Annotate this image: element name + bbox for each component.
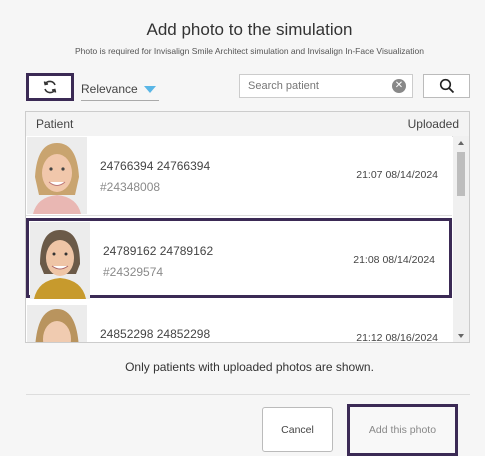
- clear-icon[interactable]: ✕: [392, 79, 406, 93]
- table-header: Patient Uploaded: [26, 112, 469, 137]
- sort-dropdown[interactable]: Relevance: [81, 78, 159, 101]
- table-row[interactable]: 24766394 24766394 #24348008 21:07 08/14/…: [26, 136, 452, 216]
- header-patient: Patient: [36, 117, 74, 131]
- scroll-up-icon[interactable]: [458, 141, 464, 145]
- patient-photo: [27, 137, 87, 214]
- add-photo-button[interactable]: Add this photo: [347, 404, 458, 456]
- patient-photo: [30, 222, 90, 299]
- patient-name: 24766394 24766394: [100, 159, 211, 173]
- scroll-thumb[interactable]: [457, 152, 465, 196]
- add-photo-dialog: Add photo to the simulation Photo is req…: [14, 0, 485, 456]
- patient-name: 24852298 24852298: [100, 327, 211, 341]
- cancel-button[interactable]: Cancel: [262, 407, 333, 452]
- patient-name: 24789162 24789162: [103, 244, 214, 258]
- upload-date: 21:07 08/14/2024: [356, 169, 438, 181]
- upload-date: 21:12 08/16/2024: [356, 332, 438, 343]
- search-icon: [439, 78, 454, 94]
- dialog-subtitle: Photo is required for Invisalign Smile A…: [75, 46, 424, 56]
- scroll-down-icon[interactable]: [458, 334, 464, 338]
- table-row-selected[interactable]: 24789162 24789162 #24329574 21:08 08/14/…: [26, 218, 452, 299]
- chevron-down-icon: [143, 85, 156, 93]
- patient-id: #24329574: [103, 265, 164, 279]
- search-placeholder: Search patient: [248, 80, 319, 92]
- patient-table: Patient Uploaded 24766394 24766394 #2434…: [25, 111, 470, 343]
- patient-id: #24348008: [100, 180, 161, 194]
- divider: [26, 394, 470, 395]
- search-button[interactable]: [423, 74, 470, 98]
- table-scrollbar[interactable]: [453, 136, 469, 342]
- info-note: Only patients with uploaded photos are s…: [125, 360, 374, 374]
- header-uploaded: Uploaded: [407, 117, 459, 131]
- refresh-icon: [43, 80, 57, 94]
- upload-date: 21:08 08/14/2024: [353, 254, 435, 266]
- search-input[interactable]: Search patient ✕: [239, 74, 413, 98]
- dialog-title: Add photo to the simulation: [146, 20, 353, 39]
- refresh-button[interactable]: [26, 73, 74, 101]
- table-row[interactable]: 24852298 24852298 21:12 08/16/2024: [26, 304, 452, 343]
- sort-label: Relevance: [81, 82, 138, 96]
- patient-photo: [27, 305, 87, 342]
